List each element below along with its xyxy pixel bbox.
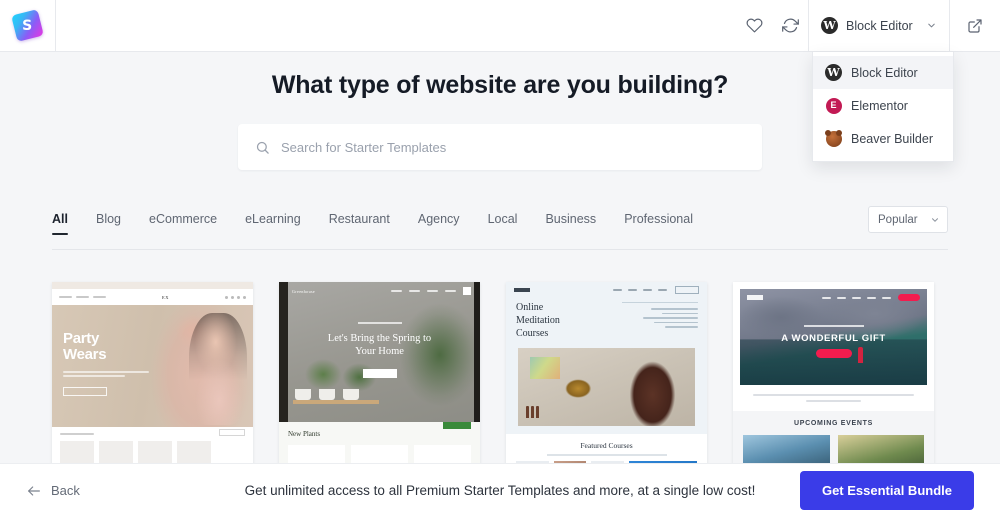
- arrow-left-icon: [28, 485, 40, 496]
- chevron-down-icon: [932, 217, 938, 222]
- template-grid: EX Party Wears Greenhouse Let's Bring th…: [0, 282, 1000, 463]
- template-thumbnail: Greenhouse Let's Bring the Spring to Your…: [279, 282, 480, 463]
- dropdown-item-label: Beaver Builder: [851, 131, 933, 146]
- search-input[interactable]: [281, 139, 745, 155]
- elementor-icon: E: [825, 97, 842, 114]
- dropdown-item-label: Block Editor: [851, 65, 918, 80]
- header-actions: W Block Editor: [736, 0, 1000, 51]
- template-card-plant-store[interactable]: Greenhouse Let's Bring the Spring to Your…: [279, 282, 480, 463]
- page-builder-select-value: Block Editor: [846, 18, 913, 33]
- tab-professional[interactable]: Professional: [610, 208, 707, 235]
- chevron-down-icon: [928, 23, 935, 28]
- tab-all[interactable]: All: [52, 208, 82, 235]
- template-thumbnail: EX Party Wears: [52, 282, 253, 463]
- thumb-section-label: UPCOMING EVENTS: [794, 419, 873, 427]
- sync-icon[interactable]: [772, 0, 808, 51]
- beaver-builder-icon: [825, 129, 842, 147]
- tab-agency[interactable]: Agency: [404, 208, 474, 235]
- thumb-heading: Let's Bring the Spring to Your Home: [327, 333, 432, 358]
- app-logo[interactable]: S: [0, 0, 56, 51]
- get-essential-bundle-button[interactable]: Get Essential Bundle: [799, 471, 974, 510]
- template-card-online-meditation[interactable]: Online Meditation Courses Featured Cours…: [506, 282, 707, 463]
- thumb-brand: Greenhouse: [292, 288, 316, 294]
- tab-business[interactable]: Business: [531, 208, 610, 235]
- wordpress-icon: W: [825, 64, 842, 81]
- back-button-label: Back: [51, 483, 80, 498]
- thumb-section-label: Featured Courses: [580, 441, 633, 451]
- heart-icon[interactable]: [736, 0, 772, 51]
- template-thumbnail: Online Meditation Courses Featured Cours…: [506, 282, 707, 463]
- starter-templates-logo-icon: S: [11, 9, 44, 42]
- header-spacer: [56, 0, 736, 51]
- category-tabs: All Blog eCommerce eLearning Restaurant …: [0, 206, 1000, 250]
- dropdown-item-block-editor[interactable]: W Block Editor: [813, 56, 953, 89]
- thumb-heading: A WONDERFUL GIFT: [781, 333, 886, 344]
- template-thumbnail: A WONDERFUL GIFT UPCOMING EVENTS: [733, 282, 934, 463]
- tab-local[interactable]: Local: [474, 208, 532, 235]
- tab-elearning[interactable]: eLearning: [231, 208, 315, 235]
- app-header: S W Block Editor: [0, 0, 1000, 52]
- page-builder-select[interactable]: W Block Editor: [808, 0, 950, 51]
- tab-restaurant[interactable]: Restaurant: [315, 208, 404, 235]
- wordpress-icon: W: [821, 17, 838, 34]
- back-button[interactable]: Back: [0, 483, 80, 499]
- dropdown-item-label: Elementor: [851, 98, 908, 113]
- search-icon: [256, 141, 269, 154]
- sort-select[interactable]: Popular: [868, 206, 948, 233]
- external-link-icon[interactable]: [950, 0, 1000, 51]
- sort-select-value: Popular: [878, 213, 918, 226]
- dropdown-item-elementor[interactable]: E Elementor: [813, 89, 953, 122]
- template-card-party-wears[interactable]: EX Party Wears: [52, 282, 253, 463]
- tabs-underline: [52, 249, 948, 250]
- app-footer: Back Get unlimited access to all Premium…: [0, 463, 1000, 517]
- search-bar[interactable]: [238, 124, 762, 170]
- template-card-outdoor-adventure[interactable]: A WONDERFUL GIFT UPCOMING EVENTS: [733, 282, 934, 463]
- thumb-section-label: New Plants: [288, 430, 321, 438]
- thumb-brand: EX: [162, 294, 169, 300]
- tab-blog[interactable]: Blog: [82, 208, 135, 235]
- thumb-heading: Party Wears: [63, 330, 107, 363]
- dropdown-item-beaver-builder[interactable]: Beaver Builder: [813, 122, 953, 155]
- page-builder-dropdown: W Block Editor E Elementor Beaver Builde…: [812, 52, 954, 162]
- tab-ecommerce[interactable]: eCommerce: [135, 208, 231, 235]
- thumb-eyebrow: [740, 325, 927, 327]
